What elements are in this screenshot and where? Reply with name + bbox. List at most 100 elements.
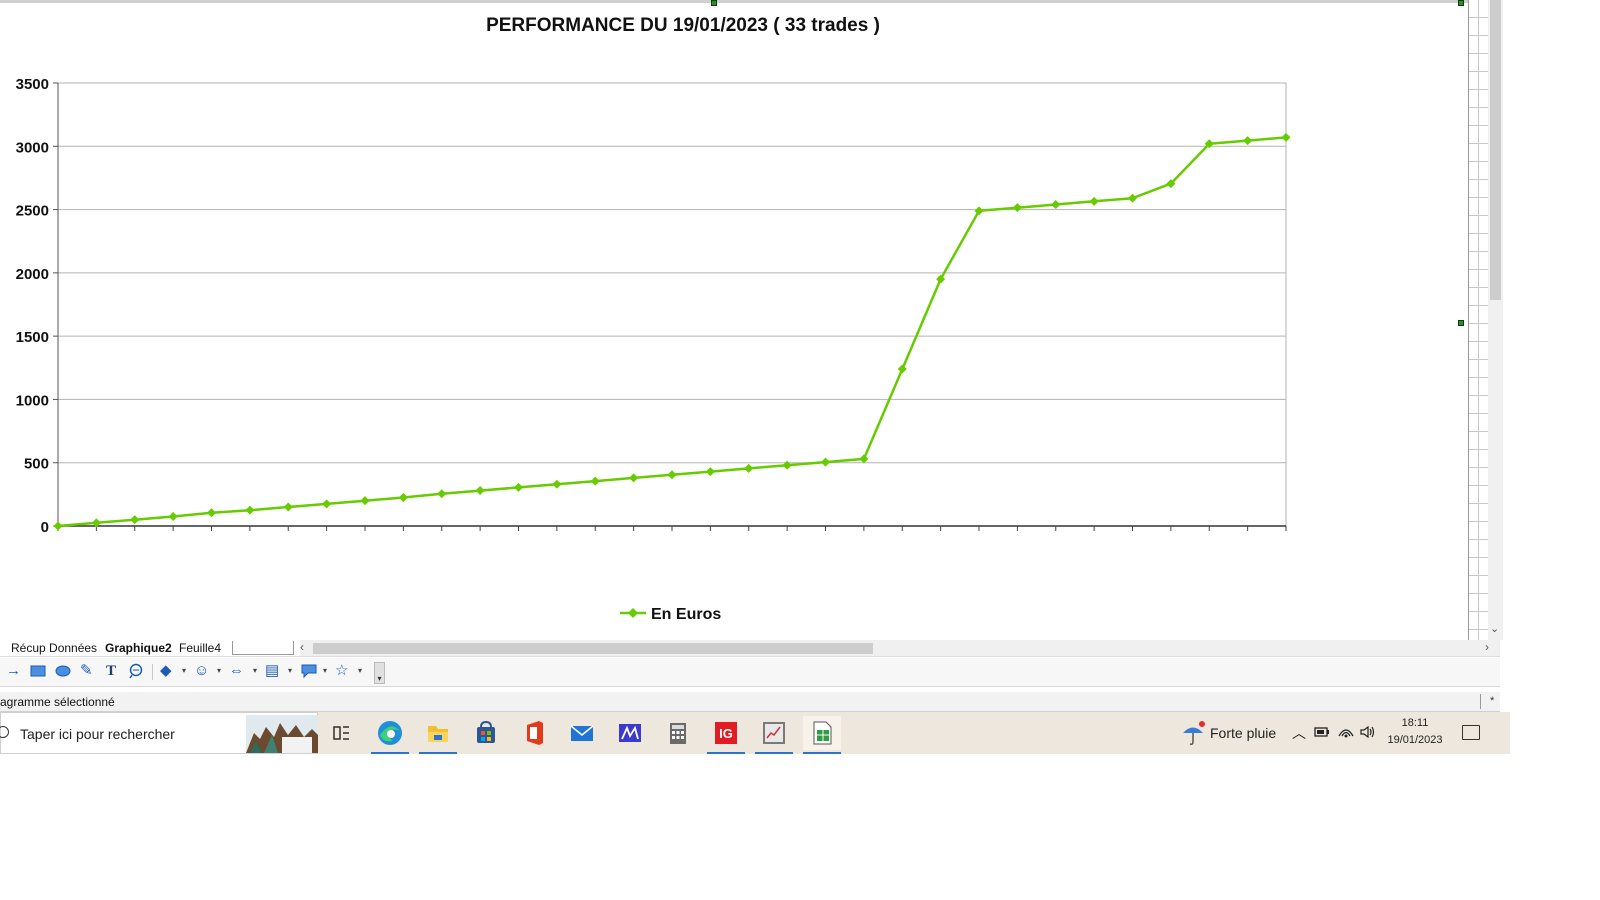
data-point: [514, 482, 523, 492]
legend-marker: [628, 608, 638, 618]
metatrader-app-button[interactable]: [611, 716, 649, 750]
data-point: [168, 512, 178, 522]
data-point: [398, 493, 408, 503]
line-chart[interactable]: PERFORMANCE DU 19/01/2023 ( 33 trades ) …: [0, 0, 1465, 640]
weather-text: Forte pluie: [1210, 725, 1277, 741]
scroll-down-arrow-icon[interactable]: ⌄: [1490, 622, 1499, 635]
data-point: [475, 486, 485, 496]
ig-running-indicator: [707, 752, 745, 754]
horizontal-scrollbar-thumb[interactable]: [313, 643, 873, 654]
y-tick-label: 0: [41, 519, 49, 536]
tab-recup-donnees[interactable]: Récup Données: [8, 641, 100, 655]
data-point: [705, 467, 715, 477]
volume-icon[interactable]: [1360, 725, 1376, 741]
plot-frame: [57, 82, 1287, 527]
data-point: [1281, 132, 1291, 142]
explorer-running-indicator: [419, 752, 457, 754]
chevron-down-icon[interactable]: ▾: [288, 666, 292, 675]
vertical-scrollbar-thumb[interactable]: [1490, 0, 1501, 300]
data-point: [360, 496, 370, 506]
status-separator: [1480, 694, 1481, 709]
chevron-down-icon[interactable]: ▾: [253, 666, 257, 675]
chart-title: PERFORMANCE DU 19/01/2023 ( 33 trades ): [486, 15, 880, 36]
data-point: [897, 364, 907, 374]
chart-area[interactable]: PERFORMANCE DU 19/01/2023 ( 33 trades ) …: [0, 0, 1500, 648]
data-point: [207, 508, 216, 518]
data-point: [1089, 196, 1099, 206]
basic-shapes-icon[interactable]: ◆: [160, 663, 172, 679]
notification-center-icon[interactable]: [1462, 725, 1480, 740]
scroll-left-arrow-icon[interactable]: ‹: [300, 640, 304, 654]
data-point: [1128, 193, 1137, 203]
y-tick-label: 2500: [16, 203, 49, 220]
star-shapes-icon[interactable]: ☆: [335, 663, 348, 679]
data-point: [1051, 200, 1061, 210]
chevron-down-icon[interactable]: ▾: [182, 666, 186, 675]
data-point: [437, 489, 447, 499]
callout-search-icon[interactable]: [128, 663, 144, 683]
battery-icon[interactable]: [1314, 726, 1330, 741]
status-text: agramme sélectionné: [0, 695, 115, 709]
rain-umbrella-icon: [1183, 721, 1205, 745]
ellipse-icon[interactable]: [55, 665, 71, 681]
clock-time[interactable]: 18:11: [1390, 717, 1440, 729]
y-tick-label: 1500: [16, 329, 49, 346]
y-tick-label: 2000: [16, 266, 49, 283]
show-hidden-icons-chevron-icon[interactable]: ︿: [1292, 723, 1306, 743]
chart-app-button[interactable]: [755, 716, 793, 754]
ig-label: IG: [719, 726, 733, 741]
chart-app-running-indicator: [755, 752, 793, 754]
y-tick-label: 3000: [16, 139, 49, 156]
mail-app-button[interactable]: [563, 716, 601, 750]
wifi-icon[interactable]: [1338, 726, 1354, 741]
windows-taskbar: Taper ici pour rechercher IG Forte pluie…: [0, 712, 1510, 754]
chevron-down-icon[interactable]: ▾: [358, 666, 362, 675]
search-icon: [0, 726, 9, 738]
y-tick-label: 500: [24, 456, 49, 473]
data-point: [322, 499, 332, 509]
calculator-app-button[interactable]: [659, 716, 697, 750]
freeform-pen-icon[interactable]: ✎: [80, 663, 93, 679]
data-point: [245, 505, 255, 515]
data-point: [744, 463, 754, 473]
toolbar-overflow-icon[interactable]: ▾: [374, 662, 385, 684]
edge-running-indicator: [371, 752, 409, 754]
y-tick-label: 1000: [16, 392, 49, 409]
data-point: [53, 521, 63, 531]
data-point: [130, 515, 140, 525]
arrow-line-icon[interactable]: →: [6, 663, 21, 679]
data-point: [1243, 136, 1253, 146]
edge-app-button[interactable]: [371, 716, 409, 754]
text-tool-icon[interactable]: T: [106, 663, 116, 679]
libreoffice-calc-button[interactable]: [803, 716, 841, 754]
ig-trading-app-button[interactable]: IG: [707, 716, 745, 754]
drawing-toolbar: → ✎ T ◆ ▾ ☺ ▾ ⇔ ▾ ▤ ▾ ▾ ☆ ▾ ▾: [0, 658, 1500, 687]
tab-empty-slot: [232, 641, 294, 655]
calc-running-indicator: [803, 752, 841, 754]
block-arrows-icon[interactable]: ⇔: [229, 663, 244, 679]
data-point: [859, 454, 869, 464]
data-point: [590, 476, 600, 486]
flowchart-icon[interactable]: ▤: [265, 663, 279, 679]
data-point: [667, 470, 677, 480]
store-app-button[interactable]: [467, 716, 505, 750]
tab-graphique2[interactable]: Graphique2: [102, 641, 175, 655]
callouts-icon[interactable]: [300, 663, 318, 683]
taskbar-search-box[interactable]: Taper ici pour rechercher: [0, 712, 318, 754]
office-app-button[interactable]: [515, 716, 553, 750]
task-view-button[interactable]: [322, 716, 360, 750]
smiley-symbol-icon[interactable]: ☺: [194, 663, 209, 679]
search-highlight-image: [246, 715, 318, 753]
sheet-grid-strip: [1468, 0, 1488, 640]
scroll-right-arrow-icon[interactable]: ›: [1485, 640, 1489, 654]
chevron-down-icon[interactable]: ▾: [323, 666, 327, 675]
clock-date[interactable]: 19/01/2023: [1380, 734, 1450, 746]
file-explorer-button[interactable]: [419, 716, 457, 754]
tab-feuille4[interactable]: Feuille4: [176, 641, 224, 655]
data-point: [283, 502, 293, 512]
chart-legend: En Euros: [620, 606, 721, 623]
weather-widget[interactable]: Forte pluie: [1180, 720, 1290, 746]
rectangle-icon[interactable]: [30, 665, 46, 681]
chevron-down-icon[interactable]: ▾: [217, 666, 221, 675]
data-point: [629, 473, 639, 483]
